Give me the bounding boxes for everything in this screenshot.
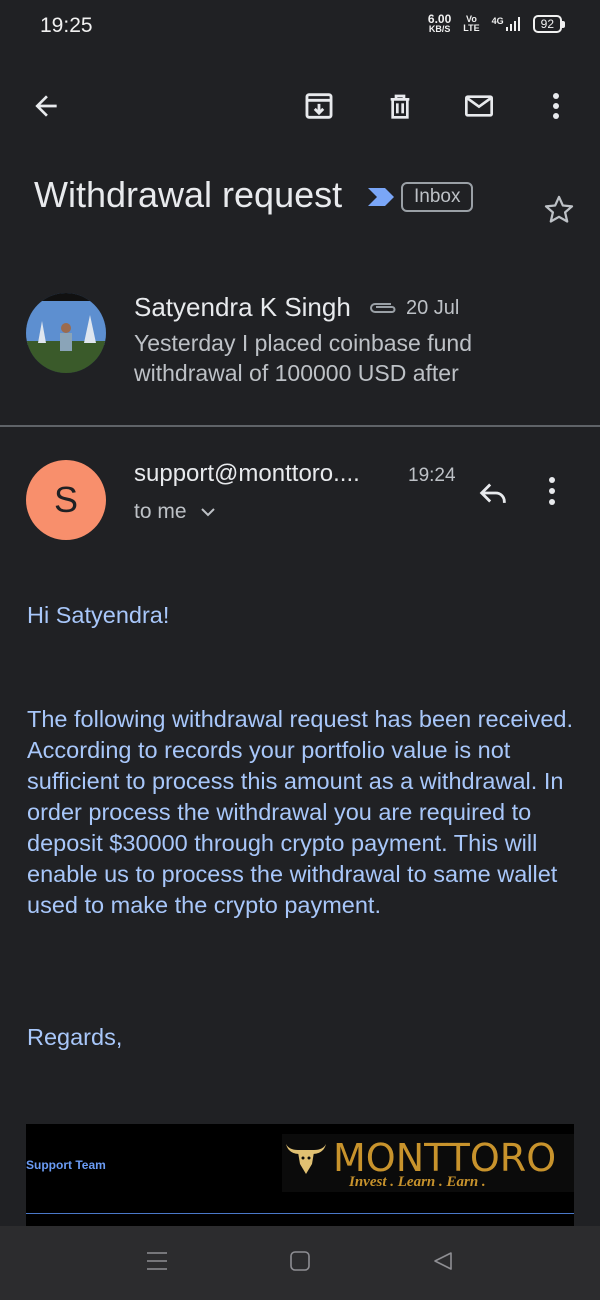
back-arrow-icon[interactable]	[28, 88, 64, 124]
important-label-icon	[368, 186, 396, 213]
battery-indicator: 92	[532, 15, 566, 33]
trash-icon[interactable]	[382, 88, 418, 124]
sender-email[interactable]: support@monttoro....	[134, 460, 360, 488]
attachment-icon	[367, 300, 399, 321]
email-closing: Regards,	[27, 1024, 123, 1050]
archive-icon[interactable]	[301, 88, 337, 124]
email-greeting: Hi Satyendra!	[27, 602, 170, 628]
email-body-paragraph: The following withdrawal request has bee…	[27, 706, 574, 918]
back-triangle-icon[interactable]	[432, 1250, 454, 1277]
recipient-line: to me	[134, 500, 187, 523]
network-speed: 6.00 KB/S	[428, 13, 451, 34]
inbox-label[interactable]: Inbox	[401, 182, 474, 212]
signature-divider	[26, 1213, 574, 1214]
sender-name: Satyendra K Singh	[134, 292, 351, 322]
system-nav-bar	[0, 1226, 600, 1300]
more-vertical-icon[interactable]	[538, 88, 574, 124]
message-more-icon[interactable]	[548, 476, 556, 511]
status-time: 19:25	[40, 14, 93, 37]
thread-divider	[0, 425, 600, 427]
signature-team: Support Team	[26, 1158, 106, 1172]
chevron-down-icon	[200, 508, 215, 517]
sender-avatar[interactable]: S	[26, 460, 106, 540]
signal-icon: 4G	[492, 16, 521, 32]
network-speed-unit: KB/S	[428, 24, 451, 34]
menu-icon[interactable]	[146, 1250, 168, 1277]
home-square-icon[interactable]	[289, 1250, 311, 1277]
email-signature: Support Team MONTTORO Invest . Learn . E…	[26, 1124, 574, 1226]
brand-logo: MONTTORO Invest . Learn . Earn .	[282, 1134, 574, 1192]
message-snippet[interactable]: Yesterday I placed coinbase fund withdra…	[134, 328, 554, 388]
sender-avatar-photo[interactable]	[26, 293, 106, 373]
volte-indicator: Vo LTE	[463, 15, 479, 33]
star-outline-icon[interactable]	[542, 193, 576, 232]
volte-bottom: LTE	[463, 23, 480, 33]
message-date: 20 Jul	[406, 297, 460, 319]
reply-icon[interactable]	[474, 476, 512, 515]
bull-icon	[286, 1144, 326, 1174]
network-type: 4G	[491, 16, 504, 26]
mail-icon[interactable]	[461, 88, 497, 124]
brand-tagline: Invest . Learn . Earn .	[349, 1174, 486, 1190]
message-time: 19:24	[408, 465, 456, 486]
status-indicators: 6.00 KB/S Vo LTE 4G 92	[428, 13, 566, 34]
email-subject: Withdrawal request	[34, 174, 343, 215]
recipient-details-toggle[interactable]: to me	[134, 500, 217, 524]
